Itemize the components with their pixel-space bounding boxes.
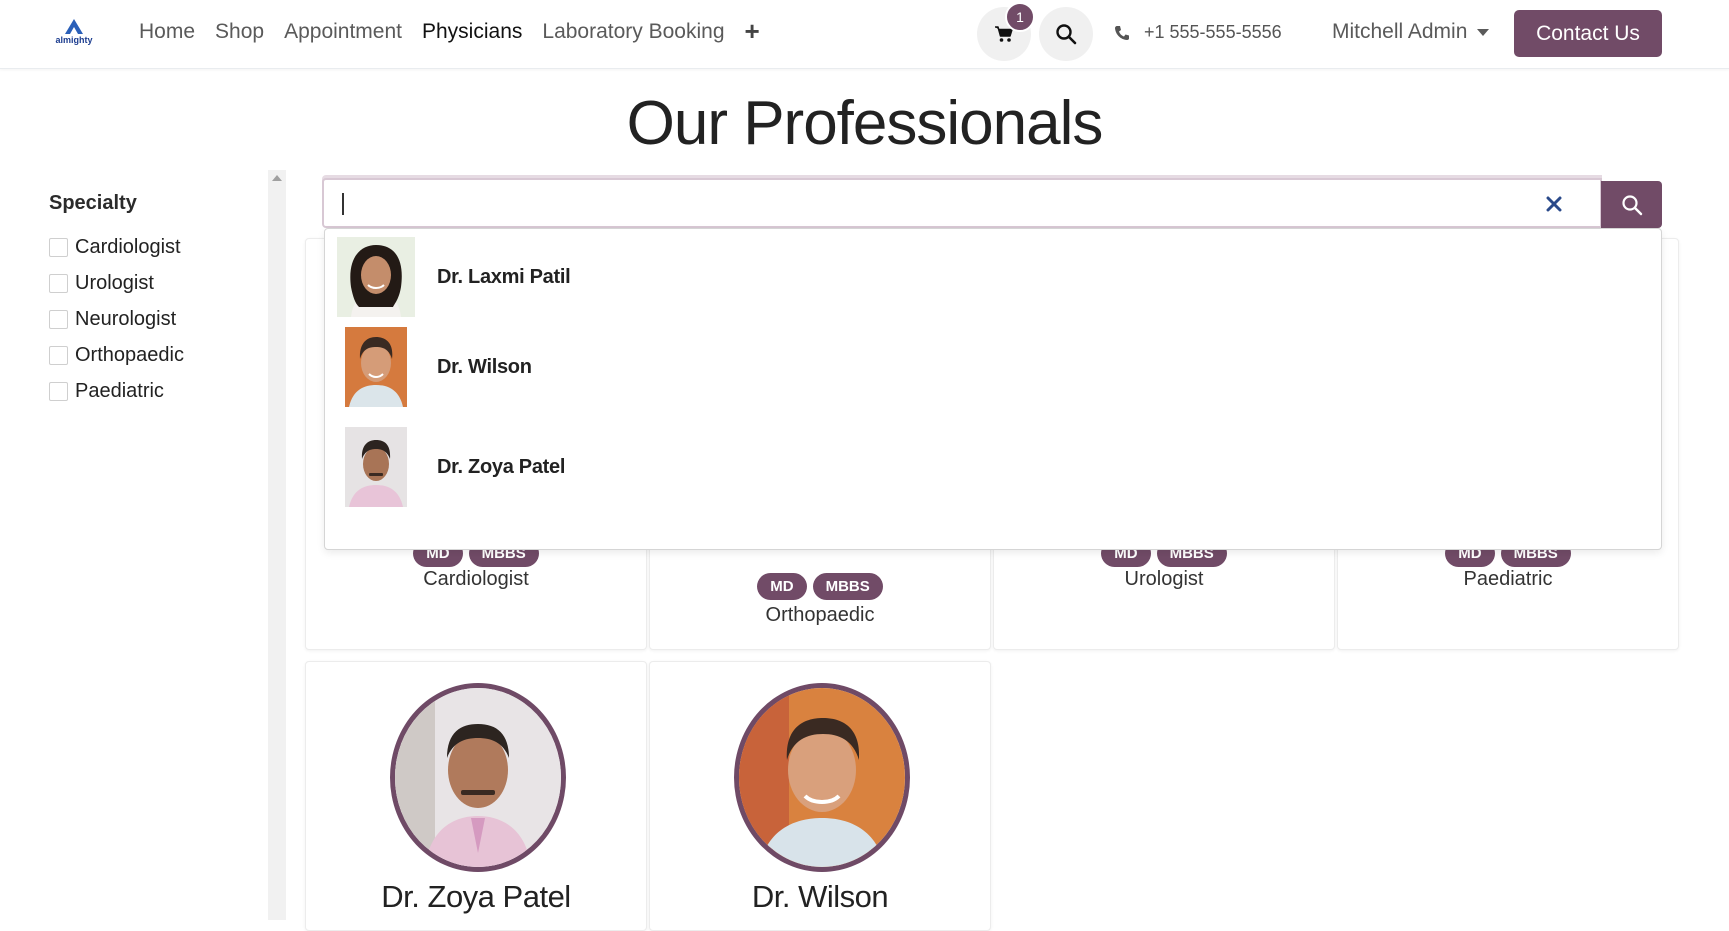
physician-photo: [739, 688, 905, 867]
search-results-dropdown: Dr. Laxmi Patil Dr. Wilson Dr. Zoya Pate…: [324, 228, 1662, 550]
contact-us-button[interactable]: Contact Us: [1514, 10, 1662, 57]
degree-chip: MBBS: [812, 573, 883, 600]
physician-avatar: [734, 683, 910, 872]
nav-home[interactable]: Home: [139, 20, 195, 44]
page-title: Our Professionals: [626, 89, 1104, 158]
physician-photo: [337, 237, 415, 317]
text-cursor: [342, 193, 344, 215]
physician-name: Dr. Zoya Patel: [381, 879, 571, 914]
header-search-button[interactable]: [1039, 7, 1093, 61]
filter-cardiologist[interactable]: Cardiologist: [49, 229, 249, 265]
filter-orthopaedic[interactable]: Orthopaedic: [49, 337, 249, 373]
result-name: Dr. Wilson: [437, 355, 532, 378]
filter-checkbox[interactable]: [49, 237, 68, 257]
filter-neurologist[interactable]: Neurologist: [49, 301, 249, 337]
search-result-item[interactable]: Dr. Laxmi Patil: [337, 232, 1637, 322]
filter-label: Orthopaedic: [75, 343, 184, 366]
physician-photo: [345, 427, 407, 507]
close-icon: [1546, 196, 1562, 212]
chevron-down-icon: [1477, 28, 1490, 36]
user-name: Mitchell Admin: [1332, 20, 1468, 43]
site-header: almighty Home Shop Appointment Physician…: [0, 0, 1729, 69]
phone-icon: [1115, 25, 1129, 40]
user-menu[interactable]: Mitchell Admin: [1332, 20, 1490, 44]
result-thumbnail: [337, 327, 415, 407]
filter-label: Neurologist: [75, 307, 177, 330]
brand-logo[interactable]: almighty: [52, 18, 96, 48]
card-specialty: Cardiologist: [423, 568, 529, 590]
physician-search-input[interactable]: [322, 178, 1602, 228]
main-nav: Home Shop Appointment Physicians Laborat…: [139, 18, 780, 44]
result-thumbnail: [337, 427, 415, 507]
search-result-item[interactable]: Dr. Zoya Patel: [337, 422, 1637, 512]
filter-title: Specialty: [49, 192, 137, 214]
physician-avatar: [390, 683, 566, 872]
search-icon: [1621, 194, 1642, 215]
nav-shop[interactable]: Shop: [215, 20, 264, 44]
filter-urologist[interactable]: Urologist: [49, 265, 249, 301]
filter-checkbox[interactable]: [49, 309, 68, 329]
nav-appointment[interactable]: Appointment: [284, 20, 402, 44]
nav-physicians[interactable]: Physicians: [422, 20, 522, 44]
search-result-item[interactable]: Dr. Wilson: [337, 322, 1637, 412]
result-name: Dr. Laxmi Patil: [437, 265, 571, 288]
phone-number: +1 555-555-5556: [1144, 22, 1282, 42]
nav-more-plus-icon[interactable]: +: [745, 18, 760, 44]
card-specialty: Orthopaedic: [765, 604, 875, 626]
clear-search-button[interactable]: [1546, 188, 1562, 219]
filter-paediatric[interactable]: Paediatric: [49, 373, 249, 409]
card-specialty: Urologist: [1124, 568, 1204, 590]
search-icon: [1056, 24, 1077, 45]
nav-laboratory-booking[interactable]: Laboratory Booking: [542, 20, 724, 44]
result-name: Dr. Zoya Patel: [437, 455, 566, 478]
degree-chip: MD: [757, 573, 807, 600]
physician-name: Dr. Wilson: [751, 879, 889, 914]
cart-count-badge: 1: [1005, 2, 1035, 32]
logo-icon: [65, 19, 83, 34]
physician-card[interactable]: Dr. Wilson: [649, 661, 991, 931]
sidebar-scrollbar[interactable]: [268, 170, 286, 920]
card-specialty: Paediatric: [1463, 568, 1553, 590]
filter-label: Paediatric: [75, 379, 164, 402]
search-submit-button[interactable]: [1601, 181, 1662, 228]
filter-checkbox[interactable]: [49, 345, 68, 365]
logo-text: almighty: [55, 35, 93, 45]
physician-photo: [345, 327, 407, 407]
filter-checkbox[interactable]: [49, 273, 68, 293]
scroll-up-arrow-icon[interactable]: [272, 175, 282, 181]
degree-chips: MD MBBS: [650, 573, 990, 600]
filter-checkbox[interactable]: [49, 381, 68, 401]
filter-label: Cardiologist: [75, 235, 181, 258]
physician-photo: [395, 688, 561, 867]
result-thumbnail: [337, 237, 415, 317]
specialty-filter: Specialty Cardiologist Urologist Neurolo…: [49, 192, 249, 409]
filter-label: Urologist: [75, 271, 154, 294]
phone-contact[interactable]: +1 555-555-5556: [1114, 22, 1282, 43]
physician-card[interactable]: Dr. Zoya Patel: [305, 661, 647, 931]
